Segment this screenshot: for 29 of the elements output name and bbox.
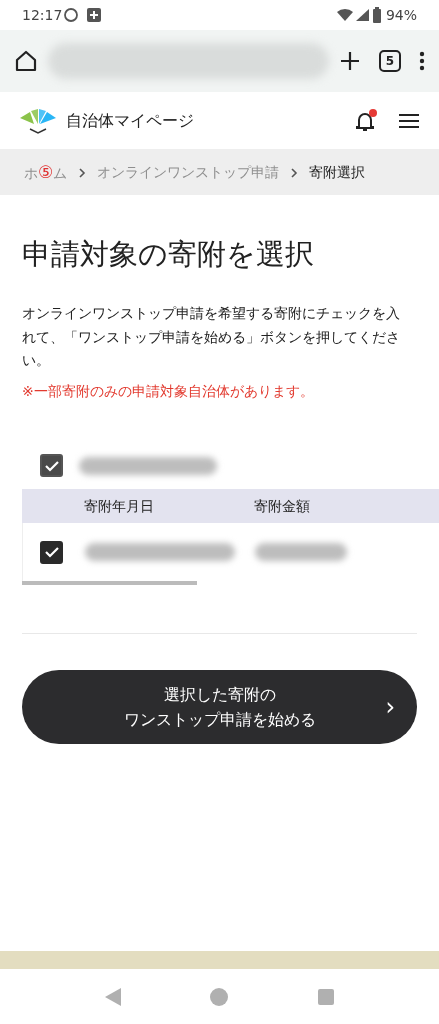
chevron-icon: › [385,688,395,727]
checkbox[interactable] [40,540,63,564]
logo-icon[interactable] [18,107,58,134]
instruction-text: オンラインワンストップ申請を希望する寄附にチェックを入れて、「ワンストップ申請を始める」ボタンを押してください。 [22,303,401,371]
sync-icon [62,6,81,24]
checkbox[interactable] [40,454,63,478]
notice-text: ※一部寄附のみの申請対象自治体があります。 [22,382,315,402]
annotation-marker: ⑤ [38,161,54,182]
bell-icon[interactable] [353,107,379,134]
check-icon [44,459,59,472]
breadcrumb-current: 寄附選択 [309,163,366,182]
column-header: 寄附年月日 [84,496,155,516]
start-button[interactable]: 選択した寄附の ワンストップ申請を始める › [22,670,417,745]
check-icon [44,546,59,559]
chevron-icon [289,166,300,179]
battery-icon [371,7,382,23]
more-icon[interactable] [419,50,425,72]
page-title: 申請対象の寄附を選択 [22,237,315,272]
home-icon[interactable] [14,49,38,73]
column-header: 寄附金額 [254,496,310,516]
plus-icon[interactable] [339,50,361,72]
breadcrumb-link[interactable]: ホ⑤ム [24,159,68,186]
notification-icon [86,7,103,23]
site-name: 自治体マイページ [66,109,194,132]
wifi-icon [335,8,354,22]
chevron-icon [77,166,88,179]
tab-count-button[interactable]: 5 [379,50,401,72]
battery-text: 94% [385,5,417,25]
clock-text: 12:17 [22,5,63,25]
